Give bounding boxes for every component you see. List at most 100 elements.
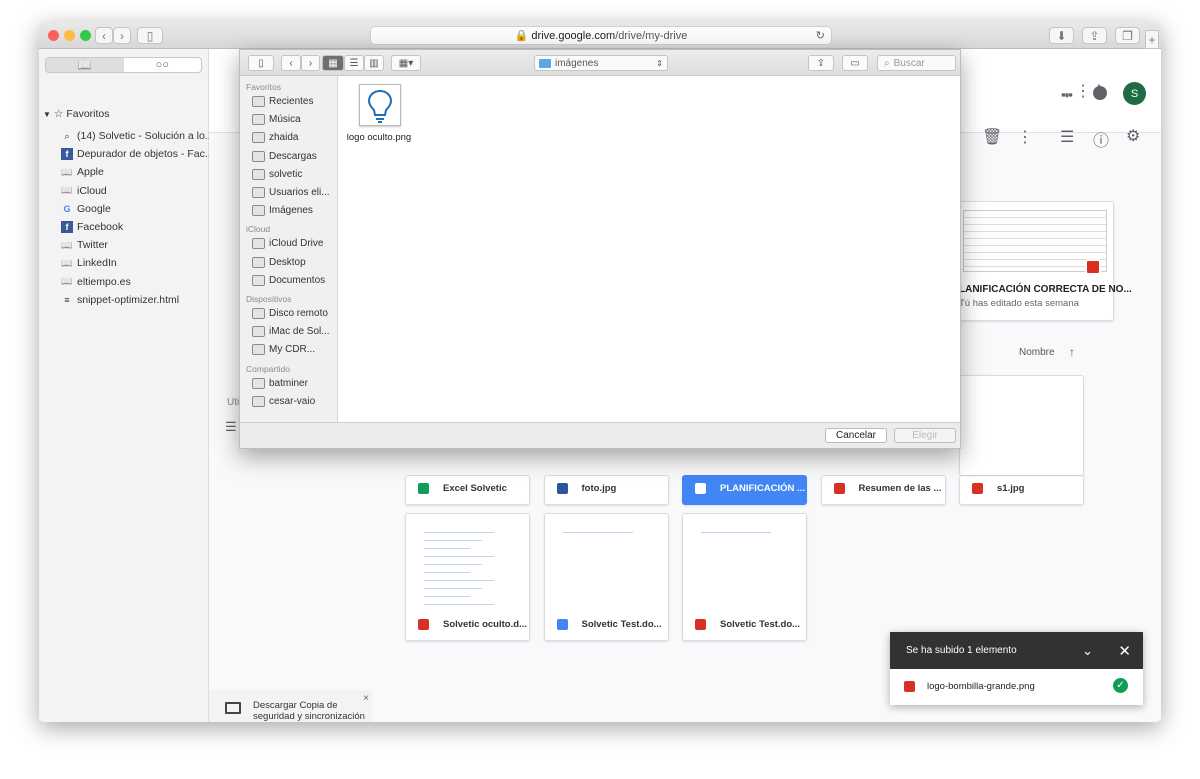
dialog-sidebar-item[interactable]: batminer [252,375,308,392]
sidebar-toggle-button[interactable]: ▯ [137,27,163,44]
file-name: Resumen de las ... [858,482,942,494]
code-icon: ≡ [64,294,70,305]
search-placeholder: Buscar [893,57,925,69]
file-card[interactable]: Solvetic Test.do... [682,513,807,641]
close-window-button[interactable] [48,30,59,41]
forward-button[interactable]: › [113,27,131,44]
icon-view-button[interactable]: ▦ [322,55,344,71]
dialog-sidebar-label: Usuarios eli... [269,187,330,198]
location-icon [252,205,265,217]
file-card[interactable]: Excel Solvetic [405,475,530,505]
bookmark-item[interactable]: 📖 eltiempo.es [61,273,130,291]
dialog-sidebar-label: iCloud Drive [269,238,324,250]
dialog-sidebar-item[interactable]: Desktop [252,254,306,271]
file-card[interactable]: Solvetic oculto.d... [405,513,530,641]
dialog-sidebar-item[interactable]: cesar-vaio [252,393,315,410]
dialog-sidebar-item[interactable]: zhaida [252,129,298,146]
trash-icon[interactable]: 🗑 [982,127,1002,147]
dialog-share-icon[interactable]: ⇪ [808,55,834,71]
cancel-button[interactable]: Cancelar [825,428,887,443]
facebook-icon: f [61,221,73,233]
dialog-sidebar-item[interactable]: iCloud Drive [252,235,323,252]
file-card[interactable]: Solvetic Test.do... [543,513,669,641]
dialog-sidebar-item[interactable]: iMac de Sol... [252,323,330,340]
file-card[interactable]: foto.jpg [543,472,669,505]
dialog-sidebar-label: Documentos [269,274,326,286]
bookmarks-sidebar: 📖 ○○ ▼ ☆ Favoritos ⌕ (14) Solvetic - Solu… [39,49,214,722]
file-name: Solvetic Test.do... [720,618,801,630]
dialog-sidebar-item[interactable]: solvetic [252,166,302,183]
bookmark-item[interactable]: 📖 LinkedIn [61,254,116,272]
glasses-icon: ○○ [155,59,169,71]
recent-file-card[interactable]: LANIFICACIÓN CORRECTA DE NO... Tú has ed… [954,201,1132,321]
dialog-sidebar-item[interactable]: Descargas [252,148,317,165]
list-view-icon[interactable]: ☰ [1060,127,1074,147]
address-bar[interactable]: 🔒 drive.google.com/drive/my-drive ↻ [370,26,832,45]
bookmark-item[interactable]: 📖 Apple [61,163,103,181]
share-icon[interactable]: ⇪ [1082,27,1107,44]
sort-label[interactable]: Nombre [1019,347,1055,358]
arrange-button[interactable]: ▦▾ [391,55,421,71]
back-button[interactable]: ‹ [95,27,113,44]
bookmark-item[interactable]: f Depurador de objetos - Fac... [61,145,214,163]
dialog-forward-button[interactable]: › [301,55,320,71]
reading-list-tab[interactable]: ○○ [124,58,202,72]
dialog-search-field[interactable]: ⌕ Buscar [877,55,956,71]
apps-icon[interactable]: ▪▪▪ [1061,87,1073,102]
disclosure-icon: ▼ [43,109,51,119]
sidebar-segmented-control: 📖 ○○ [45,57,202,73]
bookmarks-tab[interactable]: 📖 [46,58,124,72]
file-card[interactable]: Resumen de las ... [820,475,946,505]
tabs-icon[interactable]: ❐ [1115,27,1140,44]
close-icon[interactable]: × [363,693,369,704]
file-card[interactable]: s1.jpg [959,475,1084,505]
dialog-sidebar-item[interactable]: Usuarios eli... [252,184,330,201]
reload-icon[interactable]: ↻ [816,27,825,45]
bookmark-item[interactable]: 📖 Twitter [61,236,108,254]
close-icon[interactable]: ✕ [1118,642,1131,660]
dialog-sidebar-toggle[interactable]: ▯ [248,55,274,71]
file-card[interactable]: PLANIFICACIÓN ... [682,475,807,505]
dialog-sidebar-item[interactable]: Documentos [252,272,325,289]
settings-icon[interactable]: ⚙ [1126,126,1140,146]
backup-promo[interactable]: Descargar Copia de seguridad y sincroniz… [209,690,372,722]
tag-icon[interactable]: ▭ [842,55,868,71]
chevron-down-icon[interactable]: ⌄ [1082,643,1093,659]
dialog-back-button[interactable]: ‹ [281,55,301,71]
bookmark-item[interactable]: ⌕ (14) Solvetic - Solución a lo... [61,127,213,145]
notifications-icon[interactable] [1093,86,1107,100]
image-icon [695,482,706,494]
dialog-sidebar-item[interactable]: Recientes [252,93,313,110]
minimize-window-button[interactable] [64,30,75,41]
bookmark-item[interactable]: ≡ snippet-optimizer.html [61,291,179,309]
bookmark-item[interactable]: f Facebook [61,218,123,236]
dialog-sidebar-item[interactable]: My CDR... [252,341,315,358]
dialog-sidebar-item[interactable]: Música [252,111,301,128]
more-icon[interactable]: ⋮ [1017,127,1033,147]
storage-icon[interactable]: ☰ [225,419,237,435]
doc-preview-line [424,588,482,589]
list-view-button[interactable]: ☰ [344,55,364,71]
browser-toolbar: ‹ › ▯ 🔒 drive.google.com/drive/my-drive … [39,22,1161,49]
avatar[interactable]: S [1123,82,1146,105]
image-icon [904,681,915,692]
dialog-sidebar-item[interactable]: Disco remoto [252,305,328,322]
file-item[interactable]: logo oculto.png [344,82,414,148]
bookmark-label: snippet-optimizer.html [77,293,180,306]
download-icon[interactable]: ⬇ [1049,27,1074,44]
info-icon[interactable]: ⓘ [1093,127,1109,151]
favorites-header[interactable]: ▼ ☆ Favoritos [43,105,110,123]
location-popup[interactable]: imágenes ⇕ [534,55,668,71]
bookmark-item[interactable]: 📖 iCloud [61,182,106,200]
new-tab-button[interactable]: + [1145,30,1159,49]
dialog-sidebar-item[interactable]: Imágenes [252,202,313,219]
toast-header: Se ha subido 1 elemento ⌄ ✕ [890,632,1143,669]
zoom-window-button[interactable] [80,30,91,41]
choose-button[interactable]: Elegir [894,428,956,443]
file-card-footer: foto.jpg [545,472,668,504]
column-view-button[interactable]: ▥ [364,55,384,71]
location-icon [252,256,265,268]
sort-arrow-icon[interactable]: ↑ [1069,345,1075,359]
dialog-sidebar-label: Disco remoto [269,308,328,319]
bookmark-item[interactable]: G Google [61,200,110,218]
